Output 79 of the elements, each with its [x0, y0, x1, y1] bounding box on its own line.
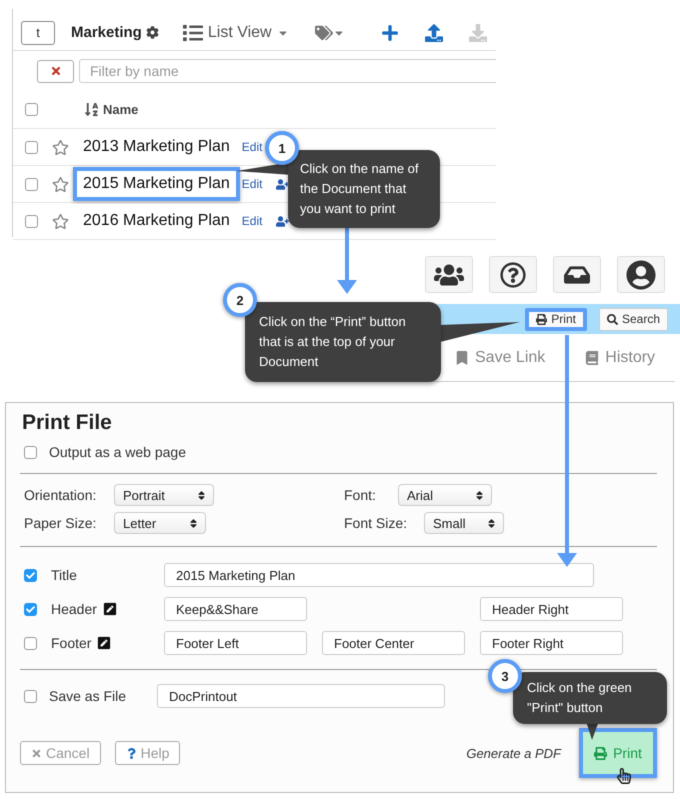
checkbox[interactable]	[24, 602, 37, 616]
option-label: Title	[51, 567, 77, 583]
step-badge: 1	[265, 131, 299, 165]
tab[interactable]: History	[585, 348, 656, 366]
row-checkbox[interactable]	[25, 178, 38, 190]
text-field[interactable]: Header Right	[480, 597, 623, 621]
hand-cursor-icon	[616, 768, 632, 784]
setting-label: Font:	[344, 487, 377, 503]
question-mark-icon	[126, 748, 137, 758]
select-field[interactable]: Arial	[398, 484, 492, 506]
search-icon	[606, 314, 618, 324]
checkbox[interactable]	[24, 690, 37, 702]
printer-icon	[594, 746, 608, 760]
setting-label: Orientation:	[24, 487, 98, 503]
close-icon	[50, 65, 62, 77]
text-field[interactable]: Footer Center	[322, 631, 465, 655]
print-icon	[536, 314, 548, 324]
list-view-button[interactable]: List View	[182, 22, 289, 42]
share-icon[interactable]	[276, 178, 290, 190]
text-field[interactable]: Footer Right	[480, 631, 623, 655]
select-all-checkbox[interactable]	[25, 103, 38, 116]
search-button[interactable]: Search	[598, 308, 668, 330]
close-icon	[31, 748, 42, 758]
user-icon[interactable]	[617, 256, 665, 293]
column-header: Name	[103, 102, 138, 117]
callout-bubble: Click on the green "Print" button	[513, 672, 667, 724]
up-down-arrows-icon	[196, 490, 207, 500]
folder-title: Marketing	[71, 24, 142, 41]
step-badge: 2	[223, 283, 257, 317]
tab[interactable]: Save Link	[455, 348, 546, 366]
document-name[interactable]: 2015 Marketing Plan	[73, 167, 240, 201]
text-field[interactable]: Keep&&Share	[164, 597, 307, 621]
print-button[interactable]: Print	[525, 308, 587, 330]
up-down-arrows-icon	[474, 490, 485, 500]
user-button[interactable]: t	[21, 20, 55, 44]
hint-text: Generate a PDF	[466, 746, 561, 760]
sort-icon[interactable]	[84, 102, 99, 117]
share-icon[interactable]	[276, 214, 290, 228]
edit-icon[interactable]	[97, 636, 112, 650]
help-icon[interactable]	[489, 256, 537, 293]
callout-bubble: Click on the “Print” button that is at the top of your Document	[245, 302, 441, 382]
text-field[interactable]: Footer Left	[164, 631, 307, 655]
select-field[interactable]: Portrait	[114, 484, 214, 506]
inbox-icon[interactable]	[553, 256, 601, 293]
callout-bubble: Click on the name of the Document that you want to print	[288, 150, 440, 228]
select-field[interactable]: Small	[424, 512, 504, 534]
setting-label: Paper Size:	[24, 515, 98, 531]
checkbox-label: Output as a web page	[49, 444, 186, 460]
tag-dropdown-icon[interactable]	[314, 24, 345, 42]
checkbox[interactable]	[24, 446, 37, 458]
gear-icon[interactable]	[146, 26, 159, 39]
arrow	[337, 228, 357, 294]
edit-link[interactable]: Edit	[242, 140, 262, 154]
row-checkbox[interactable]	[25, 140, 38, 154]
book-icon	[585, 350, 600, 364]
clear-filter-button[interactable]	[37, 60, 74, 82]
edit-link[interactable]: Edit	[242, 214, 262, 228]
row-checkbox[interactable]	[25, 214, 38, 228]
text-field[interactable]: 2015 Marketing Plan	[164, 563, 594, 587]
select-field[interactable]: Letter	[114, 512, 206, 534]
edit-link[interactable]: Edit	[242, 177, 262, 191]
up-down-arrows-icon	[188, 518, 199, 528]
star-icon[interactable]	[52, 138, 69, 156]
users-icon[interactable]	[425, 256, 473, 293]
bookmark-icon	[455, 350, 469, 364]
list-icon	[182, 22, 203, 42]
up-down-arrows-icon	[486, 518, 497, 528]
edit-icon[interactable]	[102, 602, 117, 616]
dialog-title: Print File	[22, 411, 113, 435]
file-name-field[interactable]: DocPrintout	[157, 684, 445, 708]
star-icon[interactable]	[52, 176, 69, 192]
checkbox[interactable]	[24, 568, 37, 582]
checkbox[interactable]	[24, 636, 37, 650]
star-icon[interactable]	[52, 212, 69, 230]
option-label: Footer	[51, 635, 92, 651]
checkbox-label: Save as File	[49, 688, 128, 704]
option-label: Header	[51, 601, 97, 617]
setting-label: Font Size:	[344, 515, 408, 531]
filter-field[interactable]: Filter by name	[79, 59, 496, 83]
